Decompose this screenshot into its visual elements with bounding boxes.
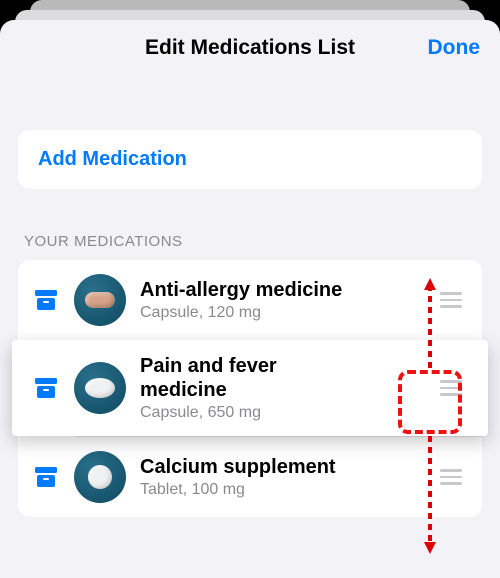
medication-name: Pain and fever medicine bbox=[140, 354, 340, 402]
medication-avatar bbox=[74, 274, 126, 326]
medication-name: Anti-allergy medicine bbox=[140, 278, 436, 302]
medication-name: Calcium supplement bbox=[140, 455, 436, 479]
oval-pill-icon bbox=[85, 378, 115, 398]
nav-bar: Edit Medications List Done bbox=[0, 20, 500, 76]
drag-handle-icon bbox=[440, 469, 462, 472]
archive-box-icon bbox=[35, 467, 57, 487]
medication-text: Pain and fever medicine Capsule, 650 mg bbox=[140, 354, 436, 422]
medication-detail: Capsule, 650 mg bbox=[140, 404, 436, 422]
page-title: Edit Medications List bbox=[145, 36, 355, 60]
done-button[interactable]: Done bbox=[428, 36, 481, 60]
list-item: Anti-allergy medicine Capsule, 120 mg bbox=[18, 260, 482, 340]
edit-sheet: Edit Medications List Done Add Medicatio… bbox=[0, 20, 500, 578]
medication-text: Anti-allergy medicine Capsule, 120 mg bbox=[140, 278, 436, 322]
list-item: Pain and fever medicine Capsule, 650 mg bbox=[12, 340, 488, 436]
medication-avatar bbox=[74, 362, 126, 414]
add-medication-button[interactable]: Add Medication bbox=[18, 130, 482, 189]
archive-box-icon bbox=[35, 378, 57, 398]
medication-detail: Tablet, 100 mg bbox=[140, 481, 436, 499]
archive-button[interactable] bbox=[32, 467, 60, 487]
medication-avatar bbox=[74, 451, 126, 503]
drag-handle[interactable] bbox=[436, 380, 466, 396]
drag-handle-icon bbox=[440, 380, 462, 383]
drag-handle[interactable] bbox=[436, 292, 466, 308]
medications-list: Anti-allergy medicine Capsule, 120 mg bbox=[18, 260, 482, 517]
round-tablet-icon bbox=[88, 465, 112, 489]
add-medication-label: Add Medication bbox=[38, 148, 187, 170]
medication-text: Calcium supplement Tablet, 100 mg bbox=[140, 455, 436, 499]
archive-button[interactable] bbox=[32, 378, 60, 398]
archive-button[interactable] bbox=[32, 290, 60, 310]
drag-handle-icon bbox=[440, 292, 462, 295]
list-item: Calcium supplement Tablet, 100 mg bbox=[18, 437, 482, 517]
capsule-icon bbox=[85, 292, 115, 308]
drag-handle[interactable] bbox=[436, 469, 466, 485]
archive-box-icon bbox=[35, 290, 57, 310]
content-area: Add Medication Your Medications Anti-all… bbox=[0, 76, 500, 517]
medication-detail: Capsule, 120 mg bbox=[140, 304, 436, 322]
section-header-your-medications: Your Medications bbox=[24, 233, 482, 250]
